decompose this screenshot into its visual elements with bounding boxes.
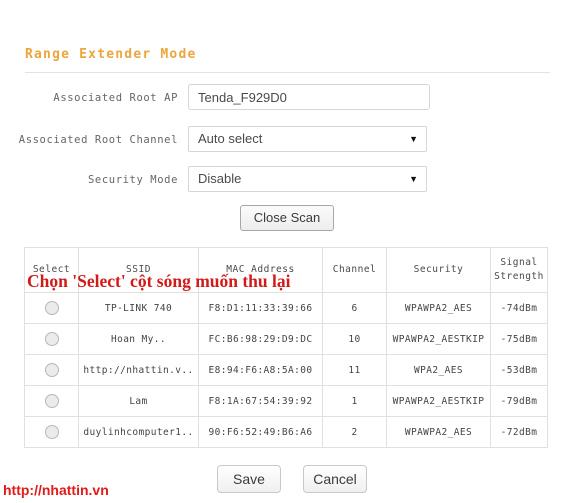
table-body: TP-LINK 740 F8:D1:11:33:39:66 6 WPAWPA2_AES…: [24, 292, 548, 448]
cell-select: [24, 385, 79, 417]
cell-ssid: Lam: [78, 385, 199, 417]
cell-select: [24, 354, 79, 386]
cell-signal: -75dBm: [490, 323, 548, 355]
scan-results-table: Select SSID MAC Address Channel Security…: [24, 247, 548, 448]
associated-root-channel-value: Auto select: [198, 131, 263, 146]
radio-button-network-4[interactable]: [44, 425, 59, 439]
table-header-row: Select SSID MAC Address Channel Security…: [24, 247, 548, 293]
cell-signal: -74dBm: [490, 292, 548, 324]
page-title: Range Extender Mode: [25, 47, 197, 62]
table-row: Lam F8:1A:67:54:39:92 1 WPAWPA2_AESTKIP -79d…: [24, 385, 548, 417]
cell-mac: FC:B6:98:29:D9:DC: [198, 323, 323, 355]
cell-mac: F8:D1:11:33:39:66: [198, 292, 323, 324]
cell-select: [24, 292, 79, 324]
cell-security: WPAWPA2_AES: [386, 416, 491, 448]
cell-channel: 2: [322, 416, 387, 448]
table-row: Hoan My.. FC:B6:98:29:D9:DC 10 WPAWPA2_AEST…: [24, 323, 548, 355]
radio-button-network-0[interactable]: [44, 301, 59, 315]
chevron-down-icon: ▼: [409, 134, 418, 144]
column-header-channel: Channel: [322, 247, 387, 293]
form-row-root-ap: Associated Root AP: [0, 84, 575, 112]
watermark: http://nhattin.vn: [3, 482, 109, 498]
security-mode-select[interactable]: Disable ▼: [188, 166, 427, 192]
chevron-down-icon: ▼: [409, 174, 418, 184]
cell-mac: E8:94:F6:A8:5A:00: [198, 354, 323, 386]
radio-button-network-3[interactable]: [44, 394, 59, 408]
cell-ssid: duylinhcomputer1..: [78, 416, 199, 448]
cell-ssid: Hoan My..: [78, 323, 199, 355]
table-row: duylinhcomputer1.. 90:F6:52:49:B6:A6 2 WPAW…: [24, 416, 548, 448]
cell-channel: 11: [322, 354, 387, 386]
cell-signal: -53dBm: [490, 354, 548, 386]
cancel-button[interactable]: Cancel: [303, 465, 367, 493]
cell-select: [24, 323, 79, 355]
associated-root-ap-input[interactable]: [188, 84, 430, 110]
cell-mac: 90:F6:52:49:B6:A6: [198, 416, 323, 448]
cell-ssid: http://nhattin.v..: [78, 354, 199, 386]
column-header-ssid: SSID: [78, 247, 199, 293]
cell-channel: 10: [322, 323, 387, 355]
close-scan-button[interactable]: Close Scan: [240, 205, 334, 231]
cell-channel: 6: [322, 292, 387, 324]
table-header: Select SSID MAC Address Channel Security…: [24, 247, 548, 293]
form-row-security-mode: Security Mode Disable ▼: [0, 166, 575, 194]
title-divider: [25, 72, 550, 73]
table-row: TP-LINK 740 F8:D1:11:33:39:66 6 WPAWPA2_AES…: [24, 292, 548, 324]
cell-channel: 1: [322, 385, 387, 417]
save-button[interactable]: Save: [217, 465, 281, 493]
cell-ssid: TP-LINK 740: [78, 292, 199, 324]
cell-mac: F8:1A:67:54:39:92: [198, 385, 323, 417]
column-header-mac: MAC Address: [198, 247, 323, 293]
cell-security: WPAWPA2_AES: [386, 292, 491, 324]
security-mode-value: Disable: [198, 171, 242, 186]
security-mode-label: Security Mode: [88, 174, 178, 186]
cell-signal: -72dBm: [490, 416, 548, 448]
table-row: http://nhattin.v.. E8:94:F6:A8:5A:00 11 WPA…: [24, 354, 548, 386]
radio-button-network-1[interactable]: [44, 332, 59, 346]
cell-security: WPAWPA2_AESTKIP: [386, 385, 491, 417]
associated-root-channel-select[interactable]: Auto select ▼: [188, 126, 427, 152]
form-row-root-channel: Associated Root Channel Auto select ▼: [0, 126, 575, 154]
cell-select: [24, 416, 79, 448]
associated-root-channel-label: Associated Root Channel: [18, 134, 178, 146]
column-header-security: Security: [386, 247, 491, 293]
column-header-select: Select: [24, 247, 79, 293]
associated-root-ap-label: Associated Root AP: [53, 92, 178, 104]
radio-button-network-2[interactable]: [44, 363, 59, 377]
cell-security: WPA2_AES: [386, 354, 491, 386]
cell-security: WPAWPA2_AESTKIP: [386, 323, 491, 355]
column-header-signal: Signal Strength: [490, 247, 548, 293]
cell-signal: -79dBm: [490, 385, 548, 417]
